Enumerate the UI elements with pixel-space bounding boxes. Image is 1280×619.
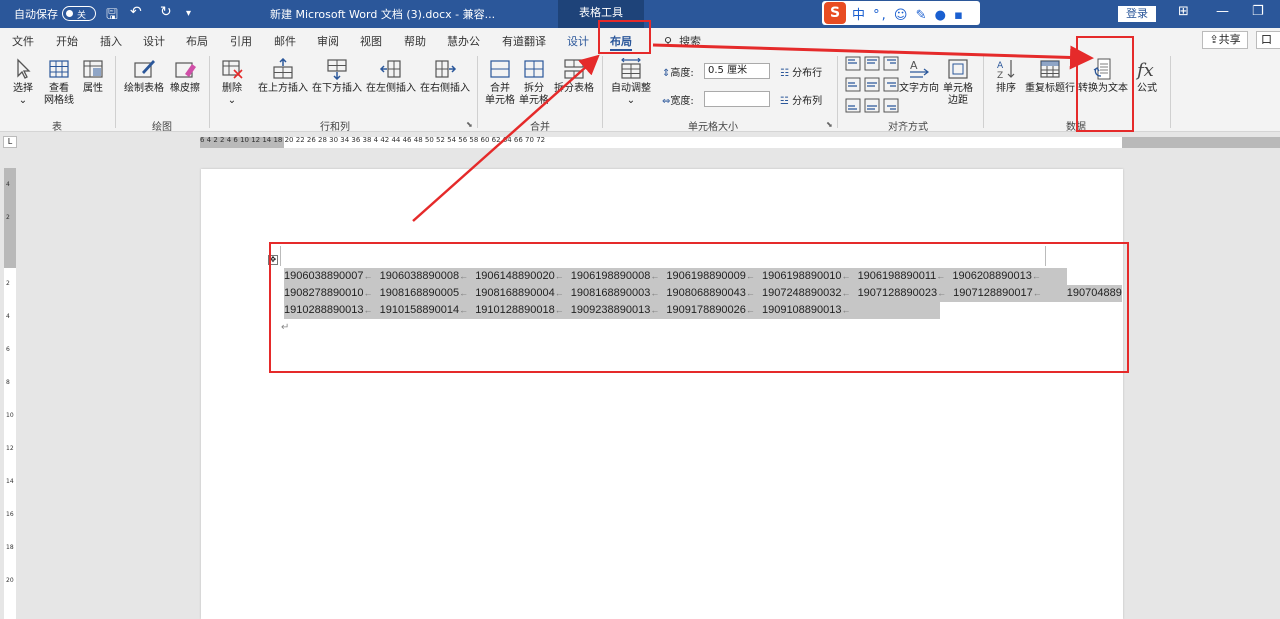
annotation-arrows: [412, 43, 1094, 222]
annotation-arrow-to-convert-button: [652, 43, 1094, 70]
annotation-arrow-to-layout-tab: [412, 54, 600, 222]
